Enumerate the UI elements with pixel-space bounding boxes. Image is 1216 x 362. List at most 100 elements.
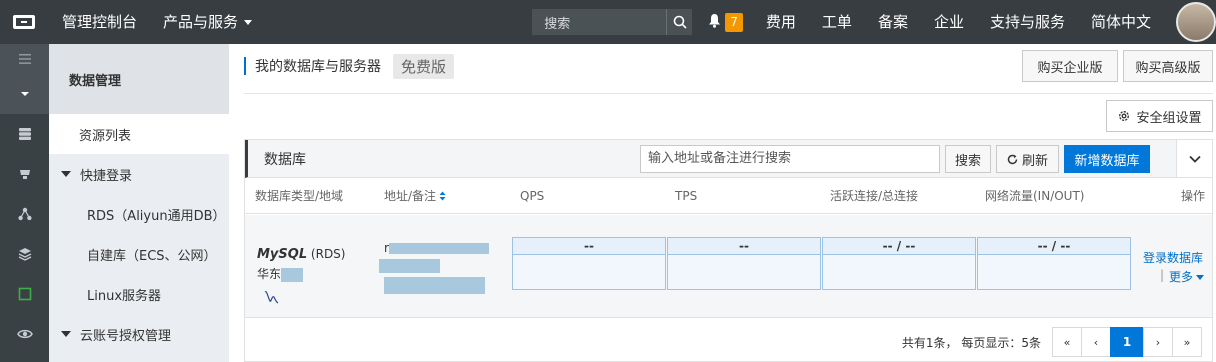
sidebar-group-quick-login[interactable]: 快捷登录 [49, 154, 229, 194]
region-label: 华东 [257, 267, 282, 281]
sidebar-item-self-built[interactable]: 自建库（ECS、公网） [49, 234, 229, 274]
refresh-label: 刷新 [1021, 153, 1048, 169]
security-group-label: 安全组设置 [1136, 110, 1202, 126]
products-menu[interactable]: 产品与服务 [150, 0, 265, 44]
products-menu-label: 产品与服务 [163, 13, 239, 31]
logo-icon [13, 15, 35, 29]
expand-panel-button[interactable] [1176, 140, 1212, 177]
qps-value: -- [513, 238, 665, 255]
square-icon[interactable] [0, 274, 49, 314]
refresh-button[interactable]: 刷新 [996, 145, 1059, 173]
menu-toggle-icon[interactable] [0, 44, 49, 74]
global-search-input[interactable]: 搜索 [532, 13, 666, 32]
sidebar: 数据管理 资源列表 快捷登录 RDS（Aliyun通用DB） 自建库（ECS、公… [49, 44, 229, 362]
chevron-down-icon [1188, 155, 1201, 163]
column-header-address-label: 地址/备注 [384, 189, 437, 203]
search-button[interactable]: 搜索 [945, 145, 991, 173]
address-search-input[interactable]: 输入地址或备注进行搜索 [640, 145, 940, 173]
redacted-address [379, 259, 440, 273]
more-actions-link[interactable]: 更多 [1169, 268, 1205, 285]
db-kind: (RDS) [307, 247, 346, 261]
qps-metric: -- [512, 237, 666, 290]
pagination-info: 共有1条， 每页显示：5条 [901, 335, 1041, 350]
tps-metric: -- [667, 237, 821, 290]
collapse-arrow-icon[interactable] [0, 74, 49, 114]
page-title: 我的数据库与服务器 [255, 59, 381, 75]
more-actions-label: 更多 [1169, 270, 1194, 284]
aliyun-logo[interactable] [0, 0, 48, 44]
caret-down-icon [1196, 275, 1205, 280]
bell-icon [708, 13, 721, 32]
caret-down-icon [61, 171, 71, 177]
column-header-actions: 操作 [1181, 189, 1206, 203]
notifications[interactable]: 7 [694, 0, 753, 44]
topology-icon[interactable] [0, 194, 49, 234]
notification-badge: 7 [725, 12, 743, 32]
redacted-note [384, 277, 485, 294]
refresh-icon [1007, 154, 1018, 165]
action-separator: | [1160, 268, 1165, 282]
column-header-type-region: 数据库类型/地域 [255, 189, 344, 203]
layers-icon[interactable] [0, 234, 49, 274]
sidebar-group-cloud-auth[interactable]: 云账号授权管理 [49, 314, 229, 354]
server-icon[interactable] [0, 154, 49, 194]
sidebar-item-linux[interactable]: Linux服务器 [49, 274, 229, 314]
add-database-button[interactable]: 新增数据库 [1064, 145, 1150, 173]
sort-icon [439, 179, 446, 215]
console-link[interactable]: 管理控制台 [48, 0, 150, 44]
database-icon[interactable] [0, 114, 49, 154]
traffic-metric: -- / -- [977, 237, 1131, 290]
first-page-button[interactable]: « [1052, 327, 1082, 357]
prev-page-button[interactable]: ‹ [1081, 327, 1111, 357]
table-header: 数据库类型/地域 地址/备注 QPS TPS 活跃连接/总连接 网络流量(IN/… [245, 178, 1212, 214]
caret-down-icon [61, 331, 71, 337]
title-accent [244, 57, 246, 75]
divider [244, 93, 1213, 94]
tickets-link[interactable]: 工单 [809, 0, 865, 44]
sidebar-group-label: 云账号授权管理 [80, 328, 172, 344]
pagination: 共有1条， 每页显示：5条 « ‹ 1 › » [902, 327, 1202, 357]
billing-link[interactable]: 费用 [753, 0, 809, 44]
column-header-tps: TPS [675, 189, 698, 203]
connections-value: -- / -- [823, 238, 975, 255]
language-link[interactable]: 简体中文 [1078, 0, 1164, 44]
db-type: MySQL (RDS) [257, 247, 345, 262]
global-search[interactable]: 搜索 [532, 9, 693, 35]
icp-link[interactable]: 备案 [865, 0, 921, 44]
next-page-button[interactable]: › [1143, 327, 1173, 357]
redacted-address [389, 243, 489, 254]
database-panel: 数据库 输入地址或备注进行搜索 搜索 刷新 新增数据库 数据库类型/地域 地址/… [244, 139, 1213, 362]
column-header-address[interactable]: 地址/备注 [384, 178, 446, 214]
gear-icon [1117, 109, 1131, 123]
tps-value: -- [668, 238, 820, 255]
db-engine: MySQL [257, 247, 308, 262]
page-1-button[interactable]: 1 [1110, 327, 1144, 357]
security-group-button[interactable]: 安全组设置 [1106, 100, 1213, 132]
buy-advanced-button[interactable]: 购买高级版 [1123, 50, 1213, 82]
enterprise-link[interactable]: 企业 [921, 0, 977, 44]
page-header: 我的数据库与服务器 免费版 [244, 52, 455, 80]
last-page-button[interactable]: » [1172, 327, 1202, 357]
support-link[interactable]: 支持与服务 [977, 0, 1078, 44]
traffic-value: -- / -- [978, 238, 1130, 255]
redacted-region [281, 267, 304, 282]
buy-enterprise-button[interactable]: 购买企业版 [1022, 50, 1118, 82]
sidebar-item-resource-list[interactable]: 资源列表 [49, 114, 229, 154]
main-content: 我的数据库与服务器 免费版 购买企业版 购买高级版 安全组设置 数据库 输入地址… [229, 44, 1216, 362]
chevron-down-icon [244, 20, 253, 25]
avatar[interactable] [1176, 2, 1216, 42]
table-row: MySQL (RDS) 华东 r -- -- -- / -- -- / -- 登… [245, 215, 1212, 318]
eye-icon[interactable] [0, 314, 49, 354]
search-icon[interactable] [666, 9, 692, 35]
sidebar-item-rds[interactable]: RDS（Aliyun通用DB） [49, 194, 229, 234]
signature-mark [263, 289, 281, 309]
icon-rail [0, 44, 49, 362]
column-header-qps: QPS [520, 189, 545, 203]
top-navbar: 管理控制台 产品与服务 搜索 7 费用 工单 备案 企业 支持与服务 简体中文 [0, 0, 1216, 44]
sidebar-header: 数据管理 [49, 44, 229, 114]
panel-title: 数据库 [264, 151, 306, 168]
column-header-connections: 活跃连接/总连接 [830, 189, 919, 203]
panel-header: 数据库 输入地址或备注进行搜索 搜索 刷新 新增数据库 [245, 140, 1212, 178]
login-database-link[interactable]: 登录数据库 [1143, 249, 1203, 266]
db-region: 华东 [257, 265, 304, 282]
